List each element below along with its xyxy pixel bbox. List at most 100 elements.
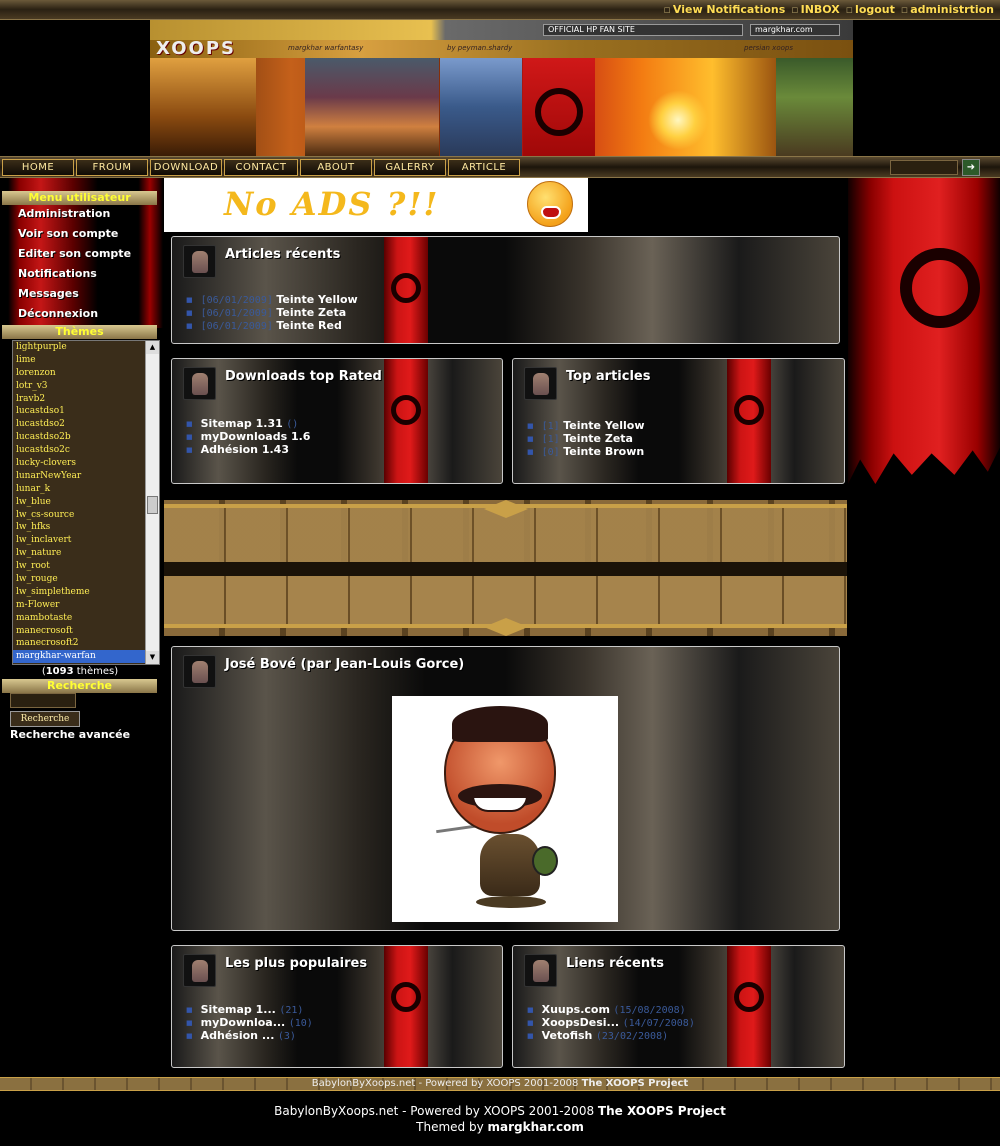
list-item[interactable]: [1] Teinte Zeta <box>527 432 645 445</box>
theme-option[interactable]: lw_blue <box>13 496 159 509</box>
download-link[interactable]: Adhésion 1.43 <box>201 443 289 456</box>
list-item[interactable]: [06/01/2009] Teinte Yellow <box>186 293 358 306</box>
theme-option[interactable]: lw_root <box>13 560 159 573</box>
nav-contact[interactable]: CONTACT <box>224 159 298 176</box>
theme-option[interactable]: lw_cs-source <box>13 509 159 522</box>
theme-items: lightpurple lime lorenzon lotr_v3 lravb2 luca… <box>13 341 159 664</box>
ad-banner[interactable]: No ADS ?!! <box>164 178 588 232</box>
theme-option[interactable]: mambotaste <box>13 612 159 625</box>
nav-download[interactable]: DOWNLOAD <box>150 159 222 176</box>
article-link[interactable]: Teinte Yellow <box>563 419 644 432</box>
list-item[interactable]: Sitemap 1... (21) <box>186 1003 313 1016</box>
list-item[interactable]: [0] Teinte Brown <box>527 445 645 458</box>
logout-link[interactable]: logout <box>855 3 895 16</box>
article-hits: [1] <box>541 421 560 432</box>
theme-option[interactable]: m-Flower <box>13 599 159 612</box>
list-item[interactable]: [06/01/2009] Teinte Red <box>186 319 358 332</box>
scroll-thumb[interactable] <box>147 496 158 514</box>
nav-forum[interactable]: FROUM <box>76 159 148 176</box>
scroll-up-icon[interactable]: ▲ <box>146 341 159 354</box>
article-link[interactable]: Teinte Red <box>276 319 341 332</box>
list-item[interactable]: [06/01/2009] Teinte Zeta <box>186 306 358 319</box>
nav-about[interactable]: ABOUT <box>300 159 372 176</box>
menu-messages[interactable]: Messages <box>18 285 131 305</box>
search-input[interactable] <box>10 693 76 708</box>
theme-select-list[interactable]: lightpurple lime lorenzon lotr_v3 lravb2 luca… <box>12 340 160 665</box>
search-button[interactable]: Recherche <box>10 711 80 727</box>
top-links: ▫ View Notifications ▫ INBOX ▫ logout ▫ admi… <box>663 3 994 16</box>
theme-option[interactable]: lucastdso2b <box>13 431 159 444</box>
theme-option[interactable]: lorenzon <box>13 367 159 380</box>
advanced-search-link[interactable]: Recherche avancée <box>10 728 130 741</box>
article-link[interactable]: Teinte Zeta <box>563 432 633 445</box>
menu-administration[interactable]: Administration <box>18 205 131 225</box>
link-date: (15/08/2008) <box>613 1005 686 1016</box>
xoops-project-link[interactable]: The XOOPS Project <box>582 1078 689 1089</box>
theme-option[interactable]: lightpurple <box>13 341 159 354</box>
download-link[interactable]: myDownloads 1.6 <box>201 430 311 443</box>
theme-option[interactable]: manecrosoft <box>13 625 159 638</box>
recent-link[interactable]: Xuups.com <box>542 1003 610 1016</box>
theme-option[interactable]: lucky-clovers <box>13 457 159 470</box>
nav-gallery[interactable]: GALERRY <box>374 159 446 176</box>
xoops-project-link[interactable]: The XOOPS Project <box>598 1104 726 1118</box>
list-item[interactable]: Adhésion 1.43 <box>186 443 310 456</box>
castle-image <box>440 58 522 156</box>
list-item[interactable]: myDownloads 1.6 <box>186 430 311 443</box>
theme-option[interactable]: lw_simpletheme <box>13 586 159 599</box>
inbox-link[interactable]: INBOX <box>801 3 840 16</box>
theme-option[interactable]: manecrosoft2 <box>13 637 159 650</box>
margkhar-link[interactable]: margkhar.com <box>488 1120 584 1134</box>
administration-link[interactable]: administrtion <box>910 3 994 16</box>
popular-count: (10) <box>288 1018 313 1029</box>
view-notifications-link[interactable]: View Notifications <box>673 3 785 16</box>
list-item[interactable]: Sitemap 1.31 () <box>186 417 310 430</box>
list-item[interactable]: Xuups.com (15/08/2008) <box>527 1003 695 1016</box>
theme-option[interactable]: lunarNewYear <box>13 470 159 483</box>
theme-option[interactable]: lotr_v3 <box>13 380 159 393</box>
popular-link[interactable]: Adhésion ... <box>201 1029 275 1042</box>
site-logo[interactable]: XOOPS <box>156 38 236 59</box>
theme-option[interactable]: lw_nature <box>13 547 159 560</box>
theme-option[interactable]: lw_rouge <box>13 573 159 586</box>
article-link[interactable]: Teinte Yellow <box>276 293 357 306</box>
caricature-image[interactable] <box>392 696 618 922</box>
nav-search-go-icon[interactable]: ➜ <box>962 159 980 176</box>
menu-logout[interactable]: Déconnexion <box>18 305 131 325</box>
download-link[interactable]: Sitemap 1.31 <box>201 417 283 430</box>
nav-search-input[interactable] <box>890 160 958 175</box>
theme-option[interactable]: lravb2 <box>13 393 159 406</box>
article-link[interactable]: Teinte Brown <box>563 445 644 458</box>
search-title: Recherche <box>2 679 157 693</box>
list-item[interactable]: Vetofish (23/02/2008) <box>527 1029 695 1042</box>
theme-option[interactable]: lucastdso2c <box>13 444 159 457</box>
scroll-down-icon[interactable]: ▼ <box>146 651 159 664</box>
recent-links-list: Xuups.com (15/08/2008) XoopsDesi... (14/… <box>527 1003 695 1042</box>
list-item[interactable]: [1] Teinte Yellow <box>527 419 645 432</box>
theme-count-suffix: thèmes) <box>73 666 119 677</box>
article-link[interactable]: Teinte Zeta <box>276 306 346 319</box>
recent-link[interactable]: XoopsDesi... <box>542 1016 619 1029</box>
theme-option[interactable]: lunar_k <box>13 483 159 496</box>
theme-list-scrollbar[interactable]: ▲ ▼ <box>145 341 159 664</box>
header-tagline-mid: by peyman.shardy <box>447 44 513 52</box>
popular-link[interactable]: myDownloa... <box>201 1016 286 1029</box>
list-item[interactable]: myDownloa... (10) <box>186 1016 313 1029</box>
recent-link[interactable]: Vetofish <box>542 1029 593 1042</box>
nav-home[interactable]: HOME <box>2 159 74 176</box>
recent-articles-list: [06/01/2009] Teinte Yellow [06/01/2009] … <box>186 293 358 332</box>
horde-emblem-icon <box>535 88 583 136</box>
theme-option[interactable]: lw_inclavert <box>13 534 159 547</box>
popular-link[interactable]: Sitemap 1... <box>201 1003 276 1016</box>
list-item[interactable]: Adhésion ... (3) <box>186 1029 313 1042</box>
theme-option[interactable]: lucastdso2 <box>13 418 159 431</box>
nav-article[interactable]: ARTICLE <box>448 159 520 176</box>
menu-edit-account[interactable]: Editer son compte <box>18 245 131 265</box>
theme-option[interactable]: lw_hfks <box>13 521 159 534</box>
theme-option[interactable]: lucastdso1 <box>13 405 159 418</box>
theme-option[interactable]: margkhar-warfan <box>13 650 159 664</box>
list-item[interactable]: XoopsDesi... (14/07/2008) <box>527 1016 695 1029</box>
menu-view-account[interactable]: Voir son compte <box>18 225 131 245</box>
theme-option[interactable]: lime <box>13 354 159 367</box>
menu-notifications[interactable]: Notifications <box>18 265 131 285</box>
